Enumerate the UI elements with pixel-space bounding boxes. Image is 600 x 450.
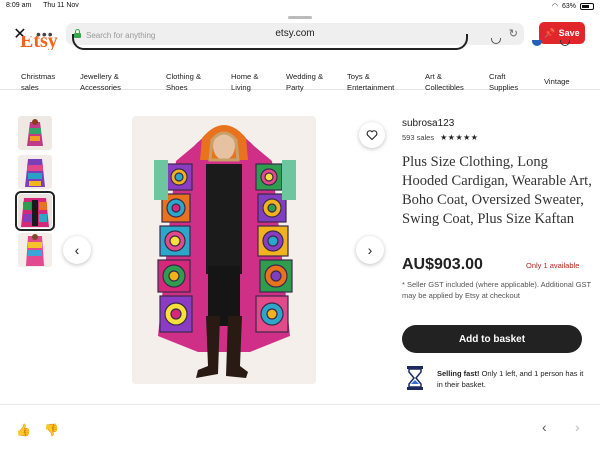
product-thumbnail[interactable] [18,155,52,189]
gst-note: * Seller GST included (where applicable)… [402,280,591,300]
category-nav: Christmas sales Jewellery & Accessories Cl… [0,56,600,93]
rating-stars: ★★★★★ [440,133,479,142]
status-time: 8:09 am [6,2,32,9]
product-title: Plus Size Clothing, Long Hooded Cardigan… [402,154,592,227]
wifi-icon: ◠ [551,3,558,10]
favourite-button[interactable] [359,122,385,148]
battery-percent: 63% [561,2,576,10]
category-home[interactable]: Home & Living [231,71,258,93]
add-to-basket-button[interactable]: Add to basket [402,325,582,353]
category-wedding[interactable]: Wedding & Party [286,71,323,93]
pin-icon: 📌 [544,27,556,38]
next-image-button[interactable]: › [356,236,384,264]
sheet-grabber[interactable] [288,16,312,19]
status-date: Thu 11 Nov [43,2,79,9]
category-vintage[interactable]: Vintage [544,76,570,87]
category-jewellery[interactable]: Jewellery & Accessories [80,71,121,93]
product-thumbnail[interactable] [18,233,52,267]
status-bar: 8:09 am Thu 11 Nov ◠ 63% [0,0,600,12]
save-label: Save [558,28,580,38]
product-price: AU$903.00 [402,256,483,273]
category-toys[interactable]: Toys & Entertainment [347,71,394,93]
chevron-left-icon: ‹ [74,242,80,258]
thumbs-down-icon[interactable]: 👎 [44,423,59,437]
product-thumbnail-selected[interactable] [15,191,55,231]
reload-icon[interactable]: ↻ [509,27,518,40]
hourglass-icon [407,366,423,390]
category-craft[interactable]: Craft Supplies [489,71,518,93]
search-input[interactable]: Search for anything [72,31,468,50]
sales-count: 593 sales [402,133,435,142]
search-placeholder: Search for anything [86,31,156,40]
chevron-right-icon: › [367,242,373,258]
bottom-toolbar: 👍 👎 ‹ › [0,404,600,450]
stock-notice: Only 1 available [526,261,580,270]
sales-rating[interactable]: 593 sales ★★★★★ [402,133,478,142]
heart-icon [366,130,378,141]
back-icon[interactable]: ‹ [542,419,547,435]
etsy-logo[interactable]: Etsy [20,36,58,50]
thumbs-up-icon[interactable]: 👍 [16,423,31,437]
category-christmas[interactable]: Christmas sales [21,71,55,93]
previous-image-button[interactable]: ‹ [63,236,91,264]
category-clothing[interactable]: Clothing & Shoes [166,71,201,93]
product-thumbnail[interactable] [18,116,52,150]
category-art[interactable]: Art & Collectibles [425,71,464,93]
shop-name-link[interactable]: subrosa123 [402,118,454,129]
product-main-image[interactable] [132,116,316,384]
forward-icon[interactable]: › [575,419,580,435]
selling-fast-notice: Selling fast! Only 1 left, and 1 person … [437,369,584,389]
battery-icon [580,2,594,10]
